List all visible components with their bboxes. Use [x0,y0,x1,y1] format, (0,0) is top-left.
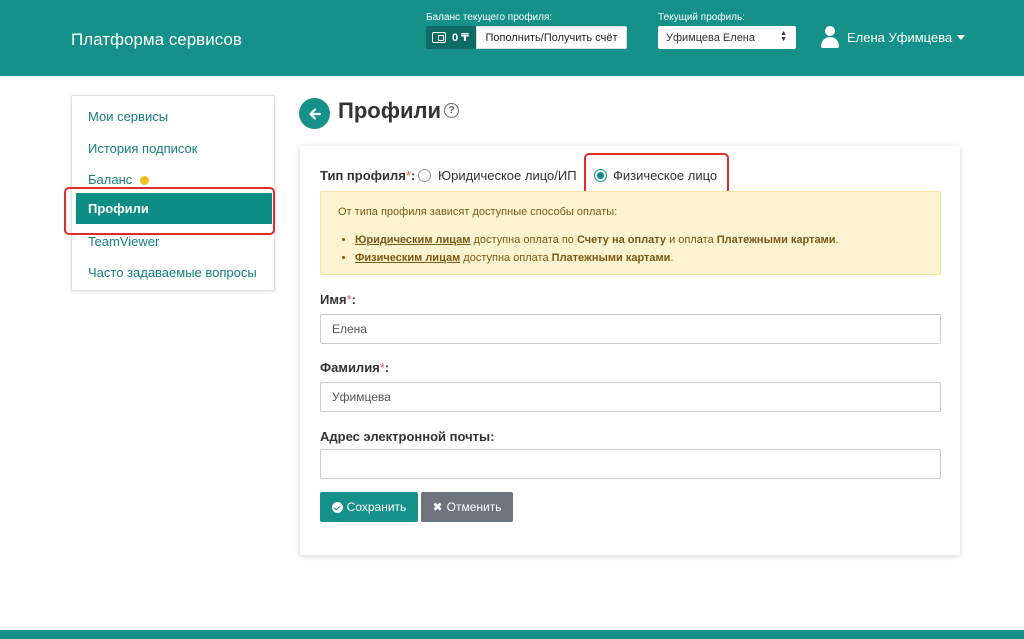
radio-legal-entity-label[interactable]: Юридическое лицо/ИП [438,168,577,183]
last-name-label: Фамилия*: [320,360,390,375]
last-name-input[interactable] [320,382,941,412]
page-title: Профили [338,98,441,123]
current-profile-select[interactable]: Уфимцева Елена ▲ ▼ [658,26,796,49]
balance-value: 0 ₸ [452,32,469,44]
sidebar-item-faq[interactable]: Часто задаваемые вопросы [88,265,257,280]
user-icon [821,26,839,48]
notification-dot-icon [140,176,150,186]
notice-item-individual: Физическим лицам доступна оплата Платежн… [355,252,839,264]
save-button[interactable]: Сохранить [320,492,418,522]
profile-form-card: Тип профиля*: Юридическое лицо/ИП Физиче… [300,146,960,555]
check-circle-icon [331,501,343,513]
topup-button[interactable]: Пополнить/Получить счёт [476,26,627,49]
sidebar-item-subscription-history[interactable]: История подписок [88,141,197,156]
sidebar-item-balance[interactable]: Баланс [88,172,150,187]
current-profile-label: Текущий профиль: [658,12,745,23]
back-button[interactable] [299,98,330,129]
payment-info-notice: От типа профиля зависят доступные способ… [320,191,941,275]
user-name: Елена Уфимцева [847,29,953,45]
sidebar-item-teamviewer[interactable]: TeamViewer [88,234,159,249]
notice-item-legal: Юридическим лицам доступна оплата по Сче… [355,234,839,246]
cancel-button[interactable]: ✖ Отменить [421,492,513,522]
caret-down-icon [957,34,966,40]
current-profile-value: Уфимцева Елена [666,31,755,44]
footer-bar [0,630,1024,639]
email-input[interactable] [320,449,941,479]
radio-legal-entity[interactable] [418,169,431,182]
select-arrows-icon: ▲ ▼ [780,30,787,43]
sidebar-item-my-services[interactable]: Мои сервисы [88,109,168,124]
radio-highlight-frame [584,153,729,195]
arrow-left-icon [308,107,321,120]
individuals-link[interactable]: Физическим лицам [355,252,460,264]
legal-entities-link[interactable]: Юридическим лицам [355,234,470,246]
balance-label: Баланс текущего профиля: [426,12,553,23]
balance-display: 0 ₸ [426,26,476,49]
top-header: Платформа сервисов Баланс текущего профи… [0,0,1024,76]
notice-intro: От типа профиля зависят доступные способ… [338,206,618,218]
brand-title[interactable]: Платформа сервисов [71,30,242,50]
first-name-input[interactable] [320,314,941,344]
sidebar-highlight-frame [64,187,275,235]
user-menu[interactable]: Елена Уфимцева [821,26,966,48]
help-icon[interactable]: ? [444,103,459,118]
wallet-icon [432,32,446,43]
email-label: Адрес электронной почты: [320,429,495,444]
profile-type-label: Тип профиля*: [320,168,416,183]
sidebar-item-balance-label: Баланс [88,172,133,187]
first-name-label: Имя*: [320,292,356,307]
close-icon: ✖ [432,500,443,514]
